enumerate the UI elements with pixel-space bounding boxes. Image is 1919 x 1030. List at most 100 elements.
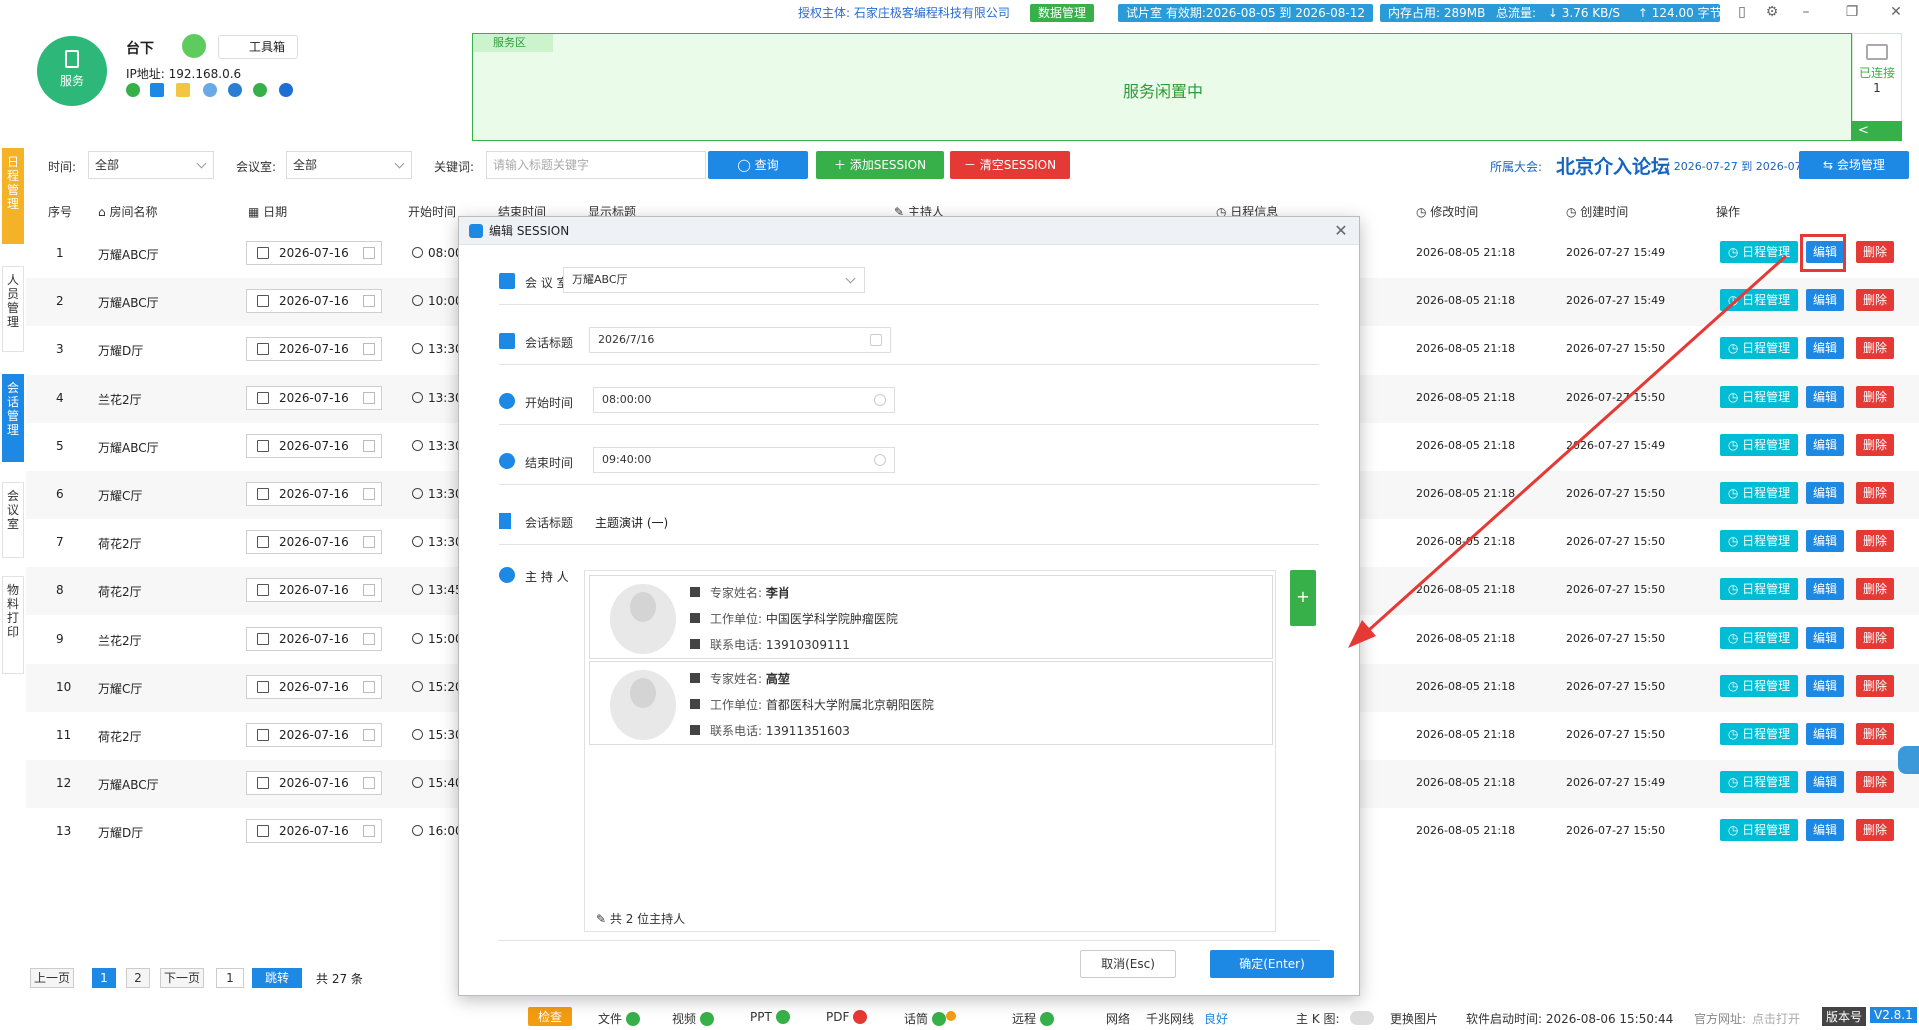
venue-mgmt-button[interactable]: ⇆ 会场管理 xyxy=(1799,151,1909,179)
row-date-input[interactable]: 2026-07-16 xyxy=(246,433,382,458)
row-date-input[interactable]: 2026-07-16 xyxy=(246,771,382,796)
restore-icon[interactable]: ❐ xyxy=(1842,3,1862,21)
edit-button[interactable]: 编辑 xyxy=(1806,530,1844,553)
date-picker-icon[interactable] xyxy=(363,247,375,259)
chat-side-icon[interactable] xyxy=(1898,746,1919,774)
clock-picker-icon[interactable] xyxy=(874,394,886,406)
date-picker-icon[interactable] xyxy=(363,343,375,356)
delete-button[interactable]: 删除 xyxy=(1856,578,1894,601)
help-icon[interactable]: ▯ xyxy=(1732,3,1752,21)
schedule-button[interactable]: ◷ 日程管理 xyxy=(1720,289,1798,312)
change-image-button[interactable]: 更换图片 xyxy=(1390,1010,1438,1027)
toolbox-button[interactable]: 工具箱 xyxy=(218,35,298,59)
row-date-input[interactable]: 2026-07-16 xyxy=(246,723,382,747)
start-time-input[interactable]: 08:00:00 xyxy=(593,387,895,413)
add-host-button[interactable]: + xyxy=(1290,570,1316,626)
jump-input[interactable]: 1 xyxy=(216,968,244,988)
row-date-input[interactable]: 2026-07-16 xyxy=(246,530,382,555)
edit-button[interactable]: 编辑 xyxy=(1806,337,1844,360)
calendar-picker-icon[interactable] xyxy=(870,334,882,346)
date-picker-icon[interactable] xyxy=(363,295,375,308)
row-date-input[interactable]: 2026-07-16 xyxy=(246,289,382,314)
row-date-input[interactable]: 2026-07-16 xyxy=(246,482,382,506)
minimize-icon[interactable]: – xyxy=(1796,3,1816,21)
delete-button[interactable]: 删除 xyxy=(1856,241,1894,263)
service-avatar[interactable]: 服务 xyxy=(37,36,107,106)
date-picker-icon[interactable] xyxy=(363,729,375,741)
date-picker-icon[interactable] xyxy=(363,536,375,549)
row-date-input[interactable]: 2026-07-16 xyxy=(246,385,382,410)
schedule-button[interactable]: ◷ 日程管理 xyxy=(1720,433,1798,456)
delete-button[interactable]: 删除 xyxy=(1856,626,1894,649)
delete-button[interactable]: 删除 xyxy=(1856,433,1894,456)
session-title-value[interactable]: 主题演讲 (一) xyxy=(595,514,668,531)
date-picker-icon[interactable] xyxy=(363,488,375,500)
edit-button[interactable]: 编辑 xyxy=(1806,433,1844,456)
delete-button[interactable]: 删除 xyxy=(1856,723,1894,745)
end-time-input[interactable]: 09:40:00 xyxy=(593,447,895,473)
folder-icon[interactable] xyxy=(176,83,190,97)
collapse-button[interactable]: < xyxy=(1852,121,1902,141)
row-date-input[interactable]: 2026-07-16 xyxy=(246,674,382,699)
jump-button[interactable]: 跳转 xyxy=(252,968,302,988)
schedule-button[interactable]: ◷ 日程管理 xyxy=(1720,771,1798,794)
date-picker-icon[interactable] xyxy=(363,777,375,790)
network-icon[interactable] xyxy=(203,83,217,97)
schedule-button[interactable]: ◷ 日程管理 xyxy=(1720,337,1798,360)
schedule-button[interactable]: ◷ 日程管理 xyxy=(1720,674,1798,697)
row-date-input[interactable]: 2026-07-16 xyxy=(246,578,382,603)
nav-people[interactable]: 人员管理 xyxy=(2,266,24,352)
nav-rooms[interactable]: 会议室 xyxy=(2,482,24,558)
date-picker-icon[interactable] xyxy=(363,584,375,597)
edit-button[interactable]: 编辑 xyxy=(1806,578,1844,601)
add-session-button[interactable]: ＋ 添加SESSION xyxy=(816,151,944,179)
date-input[interactable]: 2026/7/16 xyxy=(589,327,891,353)
query-button[interactable]: ◯ 查询 xyxy=(708,151,808,179)
date-picker-icon[interactable] xyxy=(363,391,375,404)
delete-button[interactable]: 删除 xyxy=(1856,337,1894,360)
screen-icon[interactable] xyxy=(150,83,164,97)
keyword-input[interactable]: 请输入标题关键字 xyxy=(486,151,706,179)
time-select[interactable]: 全部 xyxy=(88,151,214,179)
search-globe-icon[interactable] xyxy=(279,83,293,97)
confirm-button[interactable]: 确定(Enter) xyxy=(1210,950,1334,978)
date-picker-icon[interactable] xyxy=(363,632,375,645)
clock-picker-icon[interactable] xyxy=(874,454,886,466)
edit-button[interactable]: 编辑 xyxy=(1806,482,1844,504)
delete-button[interactable]: 删除 xyxy=(1856,482,1894,504)
edit-button[interactable]: 编辑 xyxy=(1806,289,1844,312)
room-select[interactable]: 万耀ABC厅 xyxy=(563,267,865,293)
delete-button[interactable]: 删除 xyxy=(1856,819,1894,842)
speaker-icon[interactable] xyxy=(126,83,140,97)
row-date-input[interactable]: 2026-07-16 xyxy=(246,819,382,844)
cancel-button[interactable]: 取消(Esc) xyxy=(1080,950,1176,978)
delete-button[interactable]: 删除 xyxy=(1856,674,1894,697)
dialog-close-icon[interactable]: ✕ xyxy=(1331,221,1351,241)
next-page-button[interactable]: 下一页 xyxy=(160,968,204,988)
edit-button[interactable]: 编辑 xyxy=(1806,385,1844,408)
edit-button[interactable]: 编辑 xyxy=(1806,771,1844,794)
page-2-button[interactable]: 2 xyxy=(126,968,150,988)
delete-button[interactable]: 删除 xyxy=(1856,530,1894,553)
date-picker-icon[interactable] xyxy=(363,439,375,452)
room-select[interactable]: 全部 xyxy=(286,151,412,179)
main-k-toggle[interactable] xyxy=(1350,1011,1374,1025)
data-mgmt-button[interactable]: 数据管理 xyxy=(1030,4,1095,22)
row-date-input[interactable]: 2026-07-16 xyxy=(246,337,382,362)
edit-profile-icon[interactable] xyxy=(182,34,206,58)
schedule-button[interactable]: ◷ 日程管理 xyxy=(1720,578,1798,601)
prev-page-button[interactable]: 上一页 xyxy=(30,968,74,988)
close-window-icon[interactable]: ✕ xyxy=(1886,3,1906,21)
host-card[interactable]: 专家姓名: 高堃 工作单位: 首都医科大学附属北京朝阳医院 联系电话: 1391… xyxy=(589,661,1273,745)
globe-icon[interactable] xyxy=(228,83,242,97)
schedule-button[interactable]: ◷ 日程管理 xyxy=(1720,482,1798,504)
settings-icon[interactable]: ⚙ xyxy=(1762,3,1782,21)
open-site-link[interactable]: 点击打开 xyxy=(1752,1010,1800,1027)
nav-print[interactable]: 物料打印 xyxy=(2,576,24,674)
schedule-button[interactable]: ◷ 日程管理 xyxy=(1720,530,1798,553)
edit-button[interactable]: 编辑 xyxy=(1806,626,1844,649)
nav-schedule[interactable]: 日程管理 xyxy=(2,148,24,244)
wechat-icon[interactable] xyxy=(253,83,267,97)
clear-session-button[interactable]: － 清空SESSION xyxy=(950,151,1070,179)
check-button[interactable]: 检查 xyxy=(528,1007,573,1026)
